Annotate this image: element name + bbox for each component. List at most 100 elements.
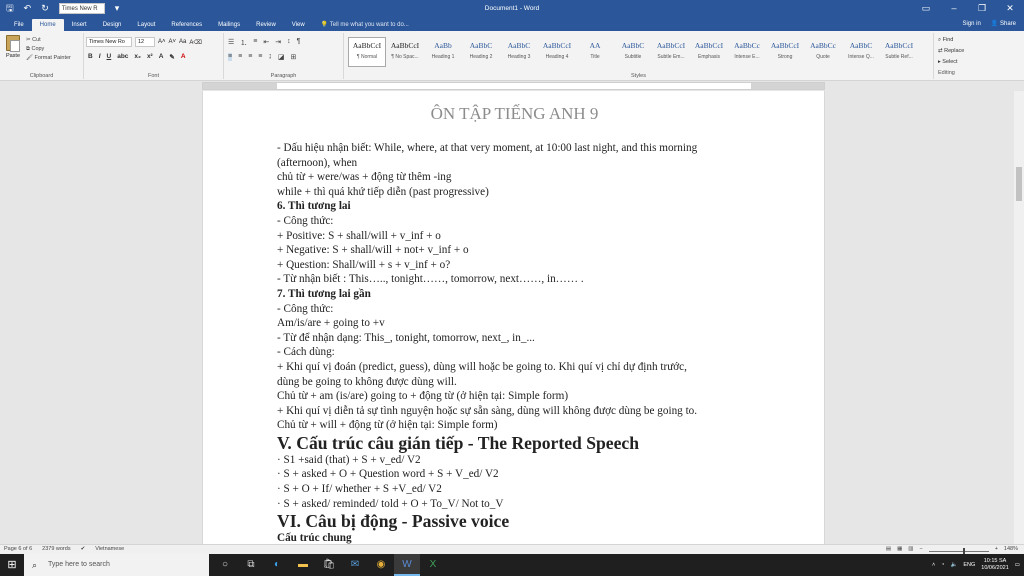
subscript-icon[interactable]: x₂ <box>134 53 141 61</box>
tab-design[interactable]: Design <box>95 19 130 31</box>
close-icon[interactable]: ✕ <box>996 0 1024 17</box>
customize-qat-icon[interactable]: ▾ <box>115 0 120 17</box>
zoom-level[interactable]: 148% <box>1004 545 1018 554</box>
input-language[interactable]: ENG <box>963 562 975 568</box>
style-item[interactable]: AaBbCc Intense E... <box>728 37 766 67</box>
shrink-font-icon[interactable]: A˅ <box>169 39 177 45</box>
increase-indent-icon[interactable]: ⇥ <box>275 38 281 48</box>
save-icon[interactable]: 🖫 <box>6 0 14 17</box>
language-indicator[interactable]: Vietnamese <box>95 545 124 554</box>
share-button[interactable]: 👤 Share <box>991 17 1016 31</box>
document-page[interactable]: ÔN TẬP TIẾNG ANH 9 - Dấu hiệu nhận biết:… <box>202 91 825 544</box>
word-count[interactable]: 2379 words <box>42 545 70 554</box>
style-item[interactable]: AaBbCcI Emphasis <box>690 37 728 67</box>
style-item[interactable]: AaBb Heading 1 <box>424 37 462 67</box>
tab-view[interactable]: View <box>284 19 313 31</box>
align-center-icon[interactable]: ≡ <box>238 53 242 61</box>
find-button[interactable]: ⌕ Find <box>938 35 964 46</box>
tab-home[interactable]: Home <box>31 19 64 31</box>
chrome-icon[interactable]: ◉ <box>368 554 394 576</box>
qat-font-box[interactable]: Times New R <box>58 3 105 14</box>
pilcrow-icon[interactable]: ¶ <box>297 38 301 48</box>
word-icon[interactable]: W <box>394 554 420 576</box>
style-item[interactable]: AaBbCcI Heading 4 <box>538 37 576 67</box>
bullets-icon[interactable]: ☰ <box>228 38 234 48</box>
align-left-icon[interactable]: ≡ <box>228 53 233 61</box>
decrease-indent-icon[interactable]: ⇤ <box>263 38 269 48</box>
file-explorer-icon[interactable]: ▬ <box>290 554 316 576</box>
style-item[interactable]: AaBbCcI Subtle Ref... <box>880 37 918 67</box>
format-painter-button[interactable]: 🖌 Format Painter <box>26 54 71 63</box>
font-color-icon[interactable]: A <box>181 53 186 61</box>
change-case-icon[interactable]: Aa <box>179 39 186 45</box>
style-item[interactable]: AA Title <box>576 37 614 67</box>
print-layout-icon[interactable]: ▦ <box>897 545 902 554</box>
select-button[interactable]: ▸ Select <box>938 57 964 68</box>
copy-button[interactable]: ⧉ Copy <box>26 45 71 54</box>
line-spacing-icon[interactable]: ↨ <box>268 53 272 61</box>
cortana-icon[interactable]: ○ <box>212 554 238 576</box>
excel-icon[interactable]: X <box>420 554 446 576</box>
vertical-scrollbar[interactable] <box>1014 91 1024 544</box>
task-view-icon[interactable]: ⧉ <box>238 554 264 576</box>
tab-review[interactable]: Review <box>248 19 284 31</box>
page-count[interactable]: Page 6 of 6 <box>4 545 32 554</box>
zoom-slider[interactable] <box>928 548 989 555</box>
zoom-out-icon[interactable]: − <box>919 545 922 554</box>
cut-button[interactable]: ✂ Cut <box>26 36 71 45</box>
font-name-select[interactable]: Times New Ro <box>86 37 132 47</box>
tab-insert[interactable]: Insert <box>64 19 95 31</box>
notifications-icon[interactable]: ▭ <box>1015 562 1020 568</box>
tab-references[interactable]: References <box>163 19 210 31</box>
clock[interactable]: 10:15 SA 10/06/2021 <box>981 558 1009 572</box>
horizontal-ruler[interactable] <box>0 81 1024 91</box>
font-size-select[interactable]: 12 <box>135 37 155 47</box>
style-item[interactable]: AaBbCcI Strong <box>766 37 804 67</box>
web-layout-icon[interactable]: ▥ <box>908 545 913 554</box>
read-mode-icon[interactable]: ▤ <box>886 545 891 554</box>
justify-icon[interactable]: ≡ <box>258 53 262 61</box>
underline-button[interactable]: U <box>107 53 112 61</box>
minimize-icon[interactable]: – <box>940 0 968 17</box>
paste-button[interactable]: Paste <box>4 35 22 59</box>
text-effects-icon[interactable]: A <box>159 53 164 61</box>
windows-start-icon[interactable]: ⊞ <box>0 554 24 576</box>
numbering-icon[interactable]: ⒈ <box>240 38 247 48</box>
ruler-track[interactable] <box>202 82 825 90</box>
multilevel-list-icon[interactable]: ≡ <box>253 38 257 48</box>
italic-button[interactable]: I <box>99 53 101 61</box>
tab-mailings[interactable]: Mailings <box>210 19 248 31</box>
edge-icon[interactable]: ◐ <box>264 554 290 576</box>
proofing-icon[interactable]: ✔ <box>81 545 86 554</box>
mail-icon[interactable]: ✉ <box>342 554 368 576</box>
volume-icon[interactable]: 🔈 <box>950 562 957 568</box>
align-right-icon[interactable]: ≡ <box>248 53 252 61</box>
superscript-icon[interactable]: x² <box>147 53 153 61</box>
shading-icon[interactable]: ◪ <box>278 53 285 61</box>
ribbon-display-icon[interactable]: ▭ <box>912 0 940 17</box>
style-item[interactable]: AaBbCc Quote <box>804 37 842 67</box>
scrollbar-thumb[interactable] <box>1016 167 1022 201</box>
borders-icon[interactable]: ⊞ <box>291 53 297 61</box>
style-item[interactable]: AaBbC Heading 2 <box>462 37 500 67</box>
network-icon[interactable]: ◔ <box>941 562 944 568</box>
sort-icon[interactable]: ↕ <box>287 38 291 48</box>
highlight-icon[interactable]: ✎ <box>169 53 174 61</box>
tab-file[interactable]: File <box>6 19 32 31</box>
style-item[interactable]: AaBbCcI ¶ No Spac... <box>386 37 424 67</box>
zoom-in-icon[interactable]: + <box>995 545 998 554</box>
undo-icon[interactable]: ↶ <box>24 0 32 17</box>
tell-me-box[interactable]: 💡 Tell me what you want to do... <box>313 19 417 31</box>
redo-icon[interactable]: ↻ <box>41 0 49 17</box>
tray-up-icon[interactable]: ˄ <box>932 562 935 568</box>
strikethrough-icon[interactable]: abc <box>117 53 128 61</box>
style-item[interactable]: AaBbC Heading 3 <box>500 37 538 67</box>
document-body[interactable]: - Dấu hiệu nhận biết: While, where, at t… <box>277 141 777 544</box>
style-item[interactable]: AaBbCcI ¶ Normal <box>348 37 386 67</box>
bold-button[interactable]: B <box>88 53 93 61</box>
clear-formatting-icon[interactable]: A⌫ <box>189 39 202 46</box>
store-icon[interactable]: 🛍 <box>316 554 342 576</box>
tab-layout[interactable]: Layout <box>129 19 163 31</box>
taskbar-search[interactable]: ⌕ Type here to search <box>24 554 209 576</box>
style-item[interactable]: AaBbCcI Subtle Em... <box>652 37 690 67</box>
